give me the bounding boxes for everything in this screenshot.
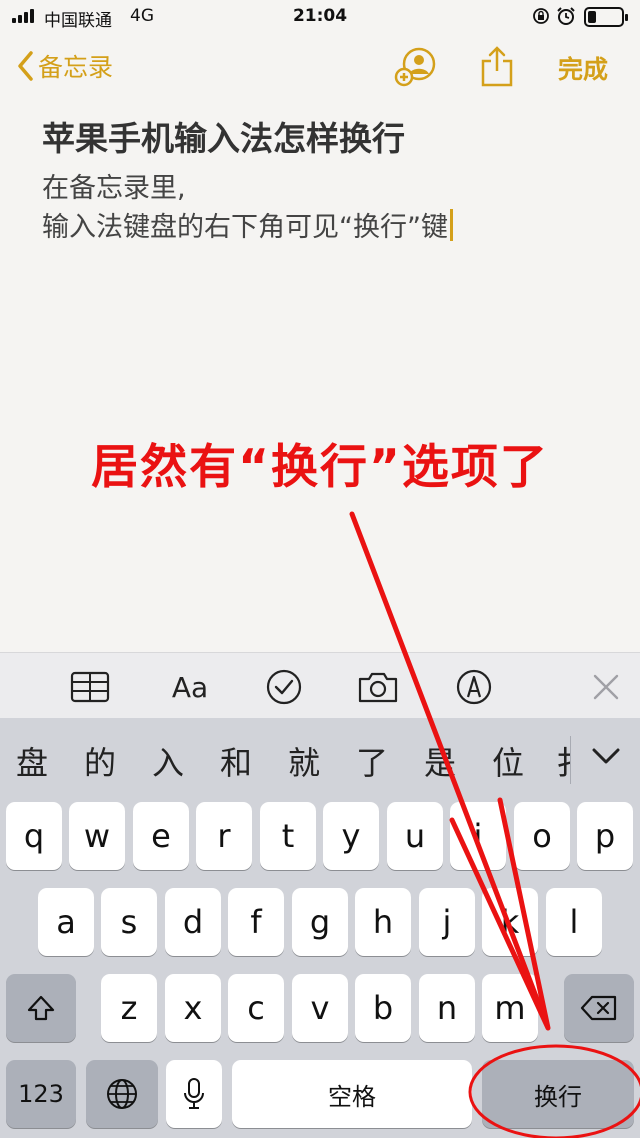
table-icon[interactable] [68,665,112,709]
microphone-icon [184,1078,204,1109]
numbers-key[interactable]: 123 [6,1060,76,1128]
key-t[interactable]: t [260,802,316,870]
shift-key[interactable] [6,974,76,1042]
done-button[interactable]: 完成 [558,50,608,86]
candidate-item[interactable]: 位 [492,738,524,784]
candidate-item[interactable]: 和 [220,738,252,784]
globe-key[interactable] [86,1060,158,1128]
key-u[interactable]: u [387,802,443,870]
globe-icon [107,1079,137,1109]
status-icons [532,5,632,27]
key-k[interactable]: k [482,888,538,956]
back-button[interactable]: 备忘录 [16,48,113,84]
key-b[interactable]: b [355,974,411,1042]
candidate-bar: 盘 的 入 和 就 了 是 位 扌 [0,718,640,802]
key-n[interactable]: n [419,974,475,1042]
markup-pen-icon[interactable] [452,665,496,709]
backspace-icon [580,995,617,1021]
candidate-divider [570,736,571,784]
candidate-item[interactable]: 就 [288,738,320,784]
status-bar: 中国联通 4G 21:04 [0,0,640,34]
key-v[interactable]: v [292,974,348,1042]
note-body-text: 输入法键盘的右下角可见“换行”键 [42,212,448,243]
battery-icon [584,7,628,27]
key-p[interactable]: p [577,802,633,870]
key-y[interactable]: y [323,802,379,870]
key-q[interactable]: q [6,802,62,870]
annotation-text: 居然有“换行”选项了 [91,440,549,495]
candidate-item[interactable]: 了 [356,738,388,784]
candidate-item[interactable]: 的 [84,738,116,784]
dictation-key[interactable] [166,1060,222,1128]
shift-icon [27,995,55,1021]
key-m[interactable]: m [482,974,538,1042]
key-l[interactable]: l [546,888,602,956]
nav-bar: 备忘录 完成 [0,34,640,98]
note-body-line[interactable]: 输入法键盘的右下角可见“换行”键 [42,205,453,244]
keyboard: q w e r t y u i o p a s d f g h j k l z … [0,802,640,1138]
note-body-line[interactable]: 在备忘录里, [42,166,186,205]
key-j[interactable]: j [419,888,475,956]
note-title[interactable]: 苹果手机输入法怎样换行 [42,112,405,160]
candidate-item[interactable]: 扌 [556,738,570,784]
candidate-item[interactable]: 是 [424,738,456,784]
key-c[interactable]: c [228,974,284,1042]
candidate-item[interactable]: 入 [152,738,184,784]
key-a[interactable]: a [38,888,94,956]
return-key[interactable]: 换行 [482,1060,634,1128]
key-z[interactable]: z [101,974,157,1042]
rotation-lock-icon [533,8,549,24]
key-e[interactable]: e [133,802,189,870]
share-icon[interactable] [480,44,514,88]
text-format-icon[interactable]: Aa [168,665,212,709]
key-d[interactable]: d [165,888,221,956]
chevron-left-icon [18,51,33,81]
key-h[interactable]: h [355,888,411,956]
delete-key[interactable] [564,974,634,1042]
camera-icon[interactable] [356,665,400,709]
key-f[interactable]: f [228,888,284,956]
key-g[interactable]: g [292,888,348,956]
key-w[interactable]: w [69,802,125,870]
key-s[interactable]: s [101,888,157,956]
format-toolbar: Aa [0,652,640,718]
alarm-icon [557,7,575,25]
key-o[interactable]: o [514,802,570,870]
key-x[interactable]: x [165,974,221,1042]
key-i[interactable]: i [450,802,506,870]
chevron-down-icon[interactable] [588,744,624,768]
text-caret [449,208,453,241]
back-label: 备忘录 [38,53,114,82]
key-r[interactable]: r [196,802,252,870]
close-icon[interactable] [584,665,628,709]
space-key[interactable]: 空格 [232,1060,472,1128]
add-people-icon[interactable] [394,44,438,88]
checklist-icon[interactable] [262,665,306,709]
candidate-item[interactable]: 盘 [16,738,48,784]
